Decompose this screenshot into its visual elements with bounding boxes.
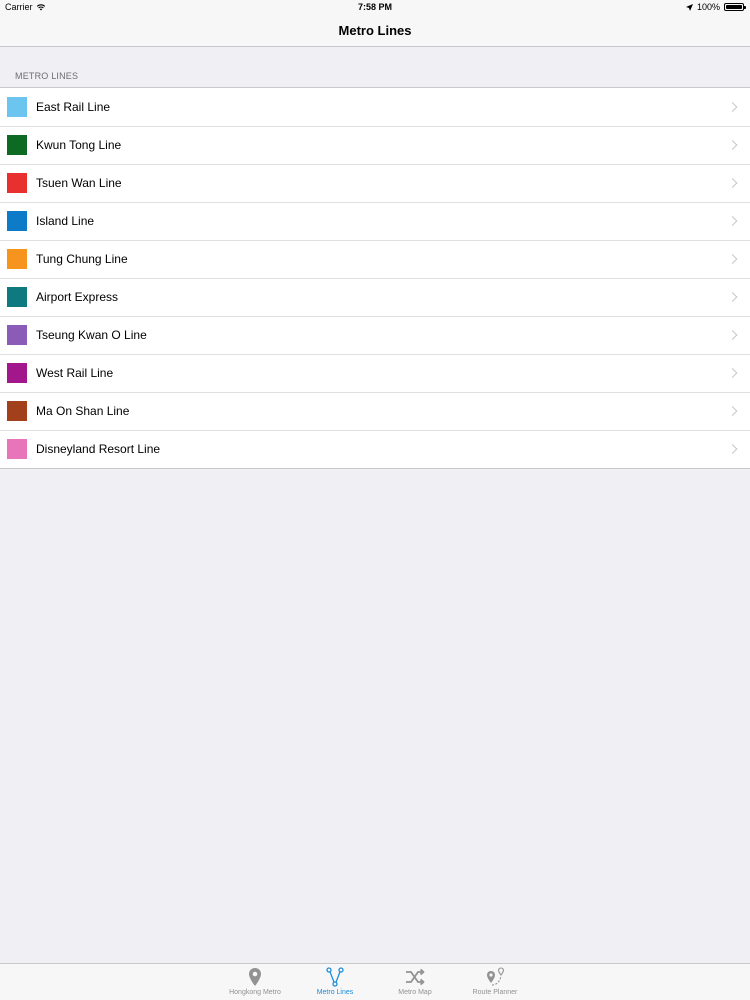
tab-item[interactable]: Metro Map <box>375 964 455 1000</box>
line-name: Tung Chung Line <box>36 252 128 266</box>
tab-label: Hongkong Metro <box>229 989 281 996</box>
line-name: Island Line <box>36 214 95 228</box>
line-row[interactable]: Tung Chung Line <box>0 240 750 278</box>
battery-fill <box>726 5 742 9</box>
line-row[interactable]: Kwun Tong Line <box>0 126 750 164</box>
line-color-swatch <box>7 135 27 155</box>
line-color-swatch <box>7 325 27 345</box>
line-row[interactable]: Tsuen Wan Line <box>0 164 750 202</box>
line-color-swatch <box>7 173 27 193</box>
status-right: 100% <box>685 0 746 14</box>
line-name: East Rail Line <box>36 100 111 114</box>
chevron-right-icon <box>727 140 738 150</box>
line-row[interactable]: West Rail Line <box>0 354 750 392</box>
line-color-swatch <box>7 211 27 231</box>
chevron-right-icon <box>727 330 738 340</box>
chevron-right-icon <box>727 102 738 112</box>
tab-label: Metro Lines <box>316 989 354 996</box>
page-title: Metro Lines <box>338 23 412 38</box>
chevron-right-icon <box>727 406 738 416</box>
line-name: Tsuen Wan Line <box>36 176 122 190</box>
navigation-bar: Metro Lines <box>0 14 750 47</box>
line-row[interactable]: Ma On Shan Line <box>0 392 750 430</box>
chevron-right-icon <box>727 368 738 378</box>
line-color-swatch <box>7 401 27 421</box>
chevron-right-icon <box>727 254 738 264</box>
shuffle-icon <box>404 966 426 988</box>
tab-item[interactable]: Metro Lines <box>295 964 375 1000</box>
section-header: METRO LINES <box>15 71 79 81</box>
line-color-swatch <box>7 97 27 117</box>
tab-item[interactable]: Hongkong Metro <box>215 964 295 1000</box>
branch-lines-icon <box>324 966 346 988</box>
tab-label: Metro Map <box>398 989 432 996</box>
tab-item[interactable]: Route Planner <box>455 964 535 1000</box>
chevron-right-icon <box>727 178 738 188</box>
line-row[interactable]: Airport Express <box>0 278 750 316</box>
line-name: Tseung Kwan O Line <box>36 328 147 342</box>
metro-lines-list: East Rail Line Kwun Tong Line Tsuen Wan Li… <box>0 87 750 469</box>
line-name: Kwun Tong Line <box>36 138 122 152</box>
line-name: Airport Express <box>36 290 119 304</box>
line-name: Disneyland Resort Line <box>36 442 161 456</box>
line-row[interactable]: Tseung Kwan O Line <box>0 316 750 354</box>
chevron-right-icon <box>727 292 738 302</box>
line-color-swatch <box>7 287 27 307</box>
tab-label: Route Planner <box>472 989 518 996</box>
tab-bar: Hongkong Metro Metro Lines Metro Map Route … <box>0 963 750 1000</box>
status-time: 7:58 PM <box>357 2 392 12</box>
route-icon <box>484 966 506 988</box>
line-color-swatch <box>7 249 27 269</box>
battery-icon <box>724 3 746 11</box>
line-name: Ma On Shan Line <box>36 404 130 418</box>
line-row[interactable]: Island Line <box>0 202 750 240</box>
location-pin-icon <box>244 966 266 988</box>
line-row[interactable]: East Rail Line <box>0 88 750 126</box>
line-row[interactable]: Disneyland Resort Line <box>0 430 750 468</box>
location-arrow-icon <box>685 3 693 11</box>
line-color-swatch <box>7 439 27 459</box>
chevron-right-icon <box>727 444 738 454</box>
battery-percent: 100% <box>696 2 720 12</box>
chevron-right-icon <box>727 216 738 226</box>
status-bar: Carrier 7:58 PM 100% <box>0 0 750 14</box>
line-color-swatch <box>7 363 27 383</box>
line-name: West Rail Line <box>36 366 114 380</box>
